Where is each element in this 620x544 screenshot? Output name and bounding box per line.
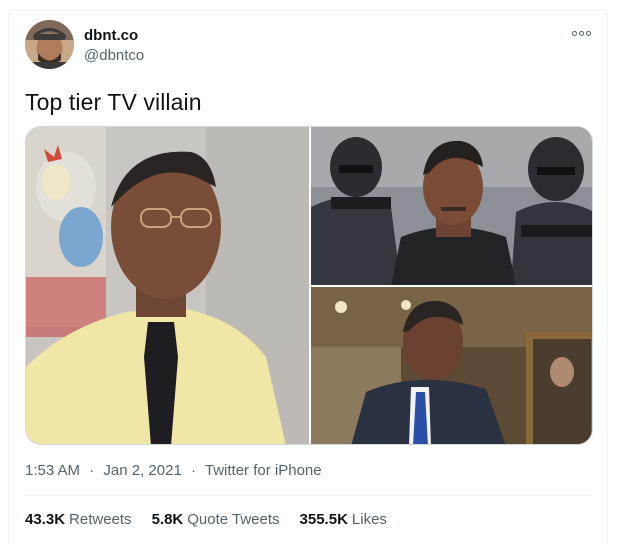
- retweets-stat[interactable]: 43.3K Retweets: [25, 511, 132, 528]
- meta-separator: ·: [190, 462, 196, 479]
- photo-image: [26, 127, 309, 444]
- quote-tweets-count: 5.8K: [151, 511, 184, 528]
- likes-stat[interactable]: 355.5K Likes: [300, 511, 387, 528]
- avatar-image: [25, 20, 74, 69]
- media-photo-2[interactable]: [311, 127, 592, 285]
- likes-count: 355.5K: [299, 511, 348, 528]
- tweet-stats: 43.3K Retweets 5.8K Quote Tweets 355.5K Lik…: [25, 511, 387, 528]
- user-handle[interactable]: @dbntco: [84, 47, 144, 64]
- media-photo-1[interactable]: [26, 127, 309, 444]
- tweet-source-link[interactable]: Twitter for iPhone: [205, 462, 322, 479]
- quote-tweets-stat[interactable]: 5.8K Quote Tweets: [152, 511, 280, 528]
- more-dot-icon: [571, 30, 577, 36]
- tweet-card: dbnt.co @dbntco Top tier TV villain 1:53…: [8, 10, 608, 544]
- divider: [25, 495, 591, 496]
- tweet-time[interactable]: 1:53 AM: [25, 462, 80, 479]
- tweet-text: Top tier TV villain: [25, 89, 202, 115]
- likes-label: Likes: [351, 511, 387, 528]
- media-grid: [25, 126, 593, 445]
- avatar[interactable]: [25, 20, 74, 69]
- more-dot-icon: [578, 30, 584, 36]
- tweet-meta: 1:53 AM · Jan 2, 2021 · Twitter for iPho…: [25, 462, 322, 479]
- photo-image: [311, 127, 592, 285]
- tweet-date[interactable]: Jan 2, 2021: [103, 462, 181, 479]
- quote-tweets-label: Quote Tweets: [187, 511, 280, 528]
- retweets-label: Retweets: [69, 511, 132, 528]
- more-dot-icon: [585, 30, 591, 36]
- display-name[interactable]: dbnt.co: [84, 27, 138, 44]
- photo-image: [311, 287, 592, 444]
- media-photo-3[interactable]: [311, 287, 592, 444]
- retweets-count: 43.3K: [25, 511, 66, 528]
- more-options-button[interactable]: [569, 25, 593, 41]
- meta-separator: ·: [89, 462, 95, 479]
